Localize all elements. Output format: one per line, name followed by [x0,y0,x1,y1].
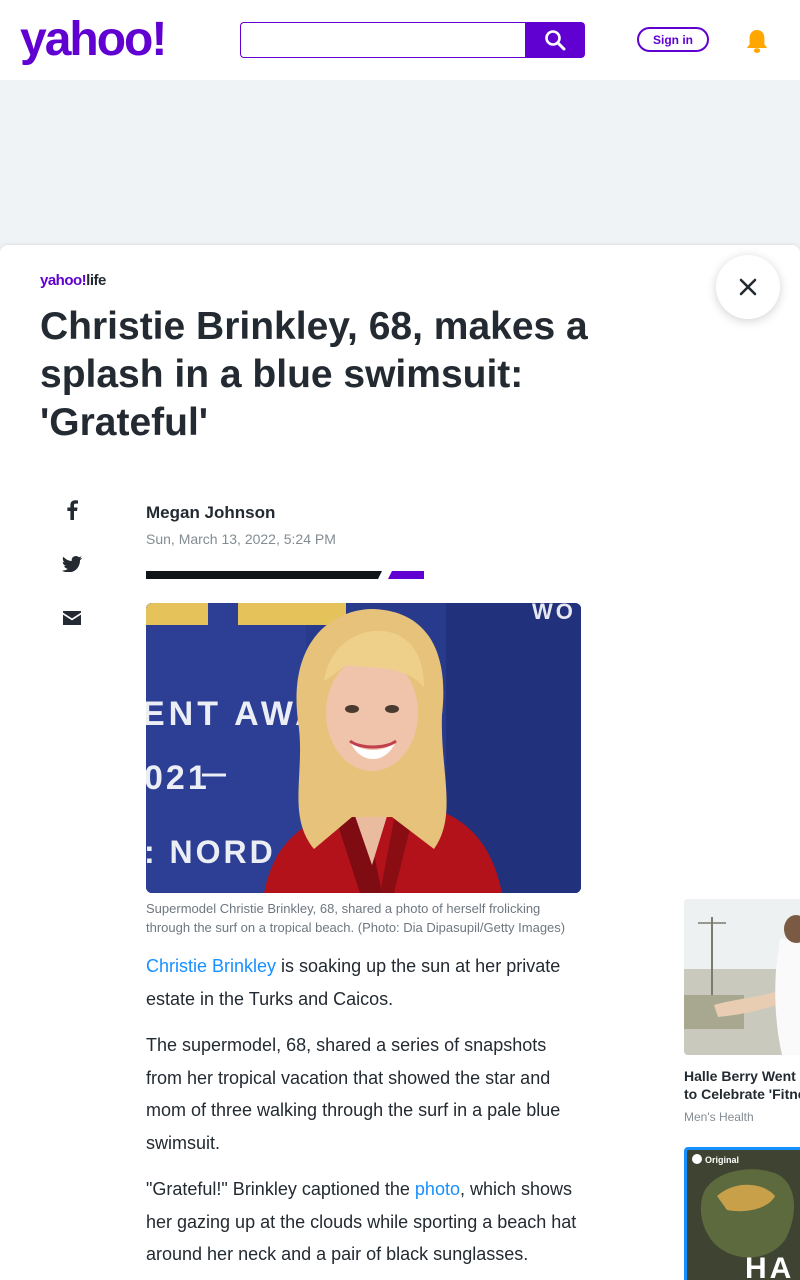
photo-caption: Supermodel Christie Brinkley, 68, shared… [146,901,566,935]
paragraph-2: The supermodel, 68, shared a series of s… [146,1035,561,1153]
recommended-card-2[interactable]: Original HA [684,1147,800,1280]
recommended-badge-2: Original [705,1155,739,1165]
twitter-icon [62,556,82,572]
facebook-icon [67,500,78,520]
photo-christie-brinkley: WO ENT AWA 021 : NORD [146,603,581,893]
search-input[interactable] [240,22,526,58]
article-sheet: yahoo!life Christie Brinkley, 68, makes … [0,245,800,1280]
close-icon [739,278,757,296]
photo-text-nord: : NORD [146,834,276,870]
share-twitter-button[interactable] [60,552,84,576]
sign-in-button[interactable]: Sign in [637,27,709,52]
brand-name: yahoo! [40,272,87,289]
recommended-photo-1 [684,899,800,1055]
yahoo-life-logo[interactable]: yahoo!life [40,272,106,290]
search-icon [545,30,566,51]
recommended-image-1 [684,899,800,1055]
recommended-image-2: Original HA [684,1147,800,1280]
recommended-card-1[interactable]: Halle Berry Went to Celebrate 'Fitne Men… [684,899,800,1129]
christie-brinkley-link[interactable]: Christie Brinkley [146,956,276,976]
close-button[interactable] [716,255,780,319]
recommended-source-1: Men's Health [684,1110,754,1124]
notifications-button[interactable] [743,27,771,55]
search-button[interactable] [525,22,585,58]
search-bar [240,22,585,58]
recommended-title-1a: Halle Berry Went [684,1068,796,1084]
recommended-photo-2: Original HA [687,1150,800,1280]
photo-text-year: 021 [146,759,210,797]
paragraph-1: Christie Brinkley is soaking up the sun … [146,950,586,1015]
paragraph-3: "Grateful!" Brinkley captioned the photo… [146,1173,586,1271]
recommended-overlay-2: HA [745,1252,794,1280]
ad-placeholder [0,80,800,246]
share-mail-button[interactable] [60,606,84,630]
bell-icon [746,30,768,53]
publish-date: Sun, March 13, 2022, 5:24 PM [146,531,336,547]
recommended-title-1b: to Celebrate 'Fitne [684,1086,800,1102]
decorative-rule [146,571,424,579]
paragraph-3-before: "Grateful!" Brinkley captioned the [146,1179,415,1199]
share-facebook-button[interactable] [60,498,84,522]
article-title: Christie Brinkley, 68, makes a splash in… [40,305,588,444]
author-name[interactable]: Megan Johnson [146,503,275,523]
photo-link[interactable]: photo [415,1179,460,1199]
article-photo[interactable]: WO ENT AWA 021 : NORD [146,603,581,893]
top-header: yahoo! Sign in [0,0,800,80]
photo-text-wo: WO [532,603,576,624]
brand-section: life [86,272,106,289]
mail-icon [63,611,81,625]
yahoo-logo[interactable]: yahoo! [20,14,167,66]
